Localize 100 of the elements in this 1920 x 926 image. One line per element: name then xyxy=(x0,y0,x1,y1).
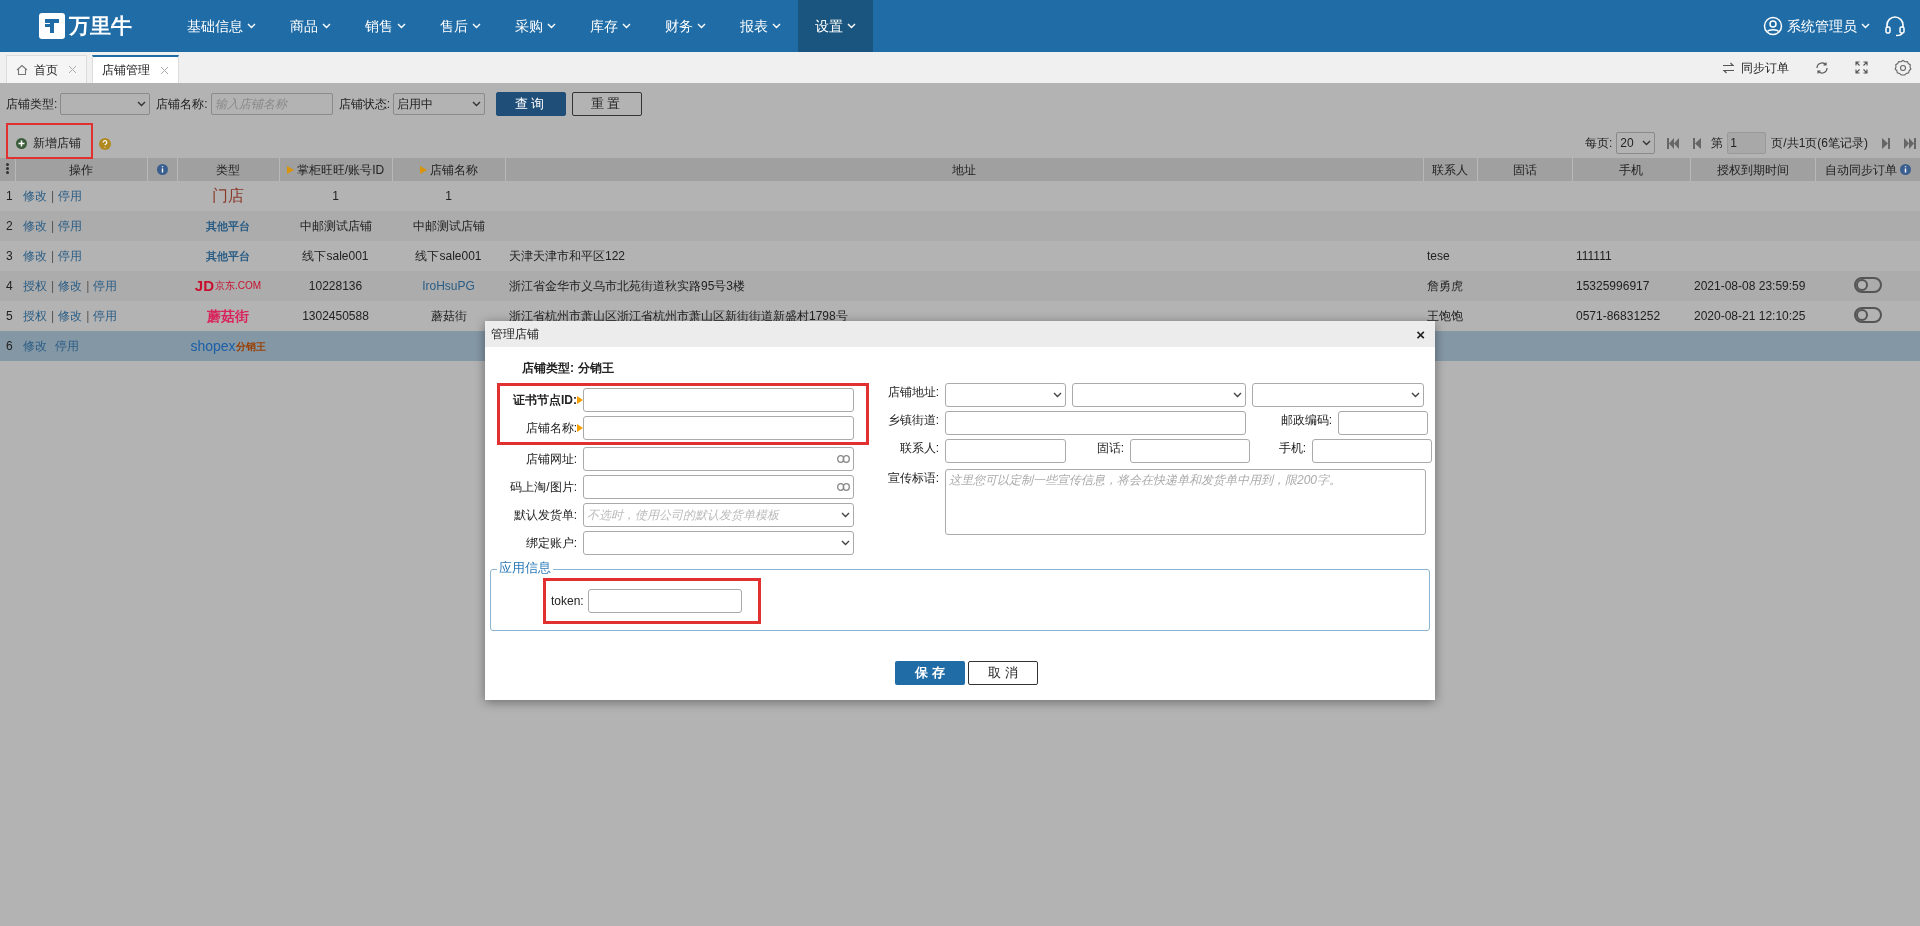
table-cell: 中邮测试店铺 xyxy=(299,219,372,233)
field-label: 手机: xyxy=(1277,440,1306,457)
tab[interactable]: 首页 xyxy=(6,55,87,83)
nav-menu-item[interactable]: 设置 xyxy=(798,0,873,52)
nav-menu-item[interactable]: 商品 xyxy=(273,0,348,52)
store-name-link[interactable]: IroHsuPG xyxy=(422,279,475,293)
user-menu[interactable]: 系统管理员 xyxy=(1763,15,1870,37)
select-field[interactable]: 启用中 xyxy=(393,93,486,115)
caret-icon xyxy=(1233,392,1242,398)
column-header[interactable]: 操作 xyxy=(69,160,93,179)
text-input[interactable] xyxy=(1130,439,1250,463)
close-icon[interactable] xyxy=(160,65,169,75)
text-input[interactable] xyxy=(587,589,742,613)
text-input[interactable] xyxy=(583,416,854,440)
close-icon[interactable] xyxy=(68,65,77,74)
column-header[interactable]: 地址 xyxy=(952,160,976,179)
caret-icon xyxy=(472,23,481,29)
column-header[interactable]: 店铺名称 xyxy=(419,160,478,179)
text-input[interactable] xyxy=(1312,439,1432,463)
nav-menu-item[interactable]: 采购 xyxy=(498,0,573,52)
table-row[interactable]: 1 修改 | 停用 门店 1 1 xyxy=(0,181,1920,211)
column-header[interactable]: 类型 xyxy=(216,160,240,179)
select-field[interactable] xyxy=(583,531,854,555)
nav-menu-item[interactable]: 库存 xyxy=(573,0,648,52)
action-link[interactable]: 授权 xyxy=(23,309,47,323)
action-link[interactable]: 停用 xyxy=(58,189,83,203)
action-link[interactable]: 修改 xyxy=(58,279,83,293)
settings-icon[interactable] xyxy=(1894,58,1912,77)
column-header[interactable]: 授权到期时间 xyxy=(1716,160,1789,179)
page-number-field[interactable]: 1 xyxy=(1727,132,1767,154)
caret-icon xyxy=(1411,392,1420,398)
column-header[interactable]: 自动同步订单 xyxy=(1824,160,1897,179)
column-header[interactable]: 固话 xyxy=(1512,160,1537,179)
action-link[interactable]: 修改 xyxy=(23,249,47,263)
reset-button[interactable]: 重置 xyxy=(572,92,643,116)
fieldset-legend: 应用信息 xyxy=(497,561,553,574)
table-row[interactable]: 2 修改 | 停用 其他平台 中邮测试店铺 中邮测试店铺 xyxy=(0,211,1920,241)
nav-menu-item[interactable]: 基础信息 xyxy=(170,0,273,52)
toggle-switch[interactable] xyxy=(1853,306,1882,323)
select-field[interactable] xyxy=(60,93,151,115)
caret-icon xyxy=(322,23,331,29)
first-page-icon[interactable] xyxy=(1667,137,1680,149)
help-icon[interactable] xyxy=(99,138,111,150)
select-field[interactable] xyxy=(1252,383,1424,407)
table-cell: 中邮测试店铺 xyxy=(412,219,485,233)
caret-icon xyxy=(1053,392,1062,398)
last-page-icon[interactable] xyxy=(1904,137,1916,149)
action-link[interactable]: 修改 xyxy=(23,219,47,233)
action-link[interactable]: 授权 xyxy=(23,279,47,293)
sync-orders-button[interactable]: 同步订单 xyxy=(1722,58,1789,77)
link-separator: | xyxy=(86,279,90,293)
nav-menu-item[interactable]: 财务 xyxy=(648,0,723,52)
table-row[interactable]: 3 修改 | 停用 其他平台 线下sale001 线下sale001 天津天津市和平区122 tese 111111 xyxy=(0,241,1920,271)
action-link[interactable]: 修改 xyxy=(23,189,47,203)
headset-icon[interactable] xyxy=(1884,15,1906,37)
field-label: 默认发货单: xyxy=(512,507,577,524)
text-input[interactable] xyxy=(1338,411,1428,435)
refresh-icon[interactable] xyxy=(1815,60,1829,75)
select-field[interactable] xyxy=(1072,383,1246,407)
caret-icon xyxy=(622,23,631,29)
text-input[interactable] xyxy=(583,475,854,499)
action-link[interactable]: 停用 xyxy=(93,309,118,323)
toggle-switch[interactable] xyxy=(1853,276,1882,293)
caret-icon xyxy=(841,540,850,546)
caret-icon xyxy=(247,23,256,29)
tab[interactable]: 店铺管理 xyxy=(92,55,179,83)
nav-menu-item[interactable]: 报表 xyxy=(723,0,798,52)
link-icon xyxy=(837,455,850,463)
table-cell: 浙江省杭州市萧山区浙江省杭州市萧山区新街街道新盛村1798号 xyxy=(509,309,848,323)
cancel-button[interactable]: 取 消 xyxy=(968,661,1038,685)
column-header[interactable]: 联系人 xyxy=(1432,160,1468,179)
field-label: 宣传标语: xyxy=(886,470,939,487)
action-link[interactable]: 停用 xyxy=(93,279,118,293)
select-field[interactable] xyxy=(945,383,1066,407)
text-input[interactable] xyxy=(945,411,1246,435)
column-header[interactable]: 掌柜旺旺/账号ID xyxy=(286,160,385,179)
text-input[interactable] xyxy=(583,388,854,412)
user-icon xyxy=(1763,16,1783,36)
table-row[interactable]: 4 授权 | 修改 | 停用 JD京东.COM 10228136 IroHsuPG 浙江省金华市义乌市北苑街道秋实路95号3楼 詹勇虎 15325996917 2021-08-08 23:59:59 xyxy=(0,271,1920,301)
action-link[interactable]: 修改 xyxy=(58,309,83,323)
save-button[interactable]: 保 存 xyxy=(895,661,965,685)
column-header[interactable]: 手机 xyxy=(1619,160,1643,179)
action-link[interactable]: 停用 xyxy=(58,249,83,263)
page-prefix: 第 xyxy=(1711,135,1724,152)
add-store-button[interactable]: 新增店铺 xyxy=(11,132,86,154)
text-input[interactable] xyxy=(945,439,1066,463)
table-cell: 1302450588 xyxy=(302,309,369,323)
nav-menu-item[interactable]: 销售 xyxy=(348,0,423,52)
nav-menu-item[interactable]: 售后 xyxy=(423,0,498,52)
field-label: 码上淘/图片: xyxy=(509,479,577,496)
next-page-icon[interactable] xyxy=(1880,137,1892,149)
column-menu-icon[interactable] xyxy=(5,162,9,174)
table-cell: 线下sale001 xyxy=(415,249,482,263)
previous-page-icon[interactable] xyxy=(1691,137,1704,149)
jd-logo: JD京东.COM xyxy=(194,275,262,296)
text-input[interactable] xyxy=(583,447,854,471)
fullscreen-icon[interactable] xyxy=(1855,61,1868,74)
action-link[interactable]: 停用 xyxy=(58,219,83,233)
search-button[interactable]: 查询 xyxy=(496,92,567,116)
per-page-select[interactable]: 20 xyxy=(1616,132,1656,154)
